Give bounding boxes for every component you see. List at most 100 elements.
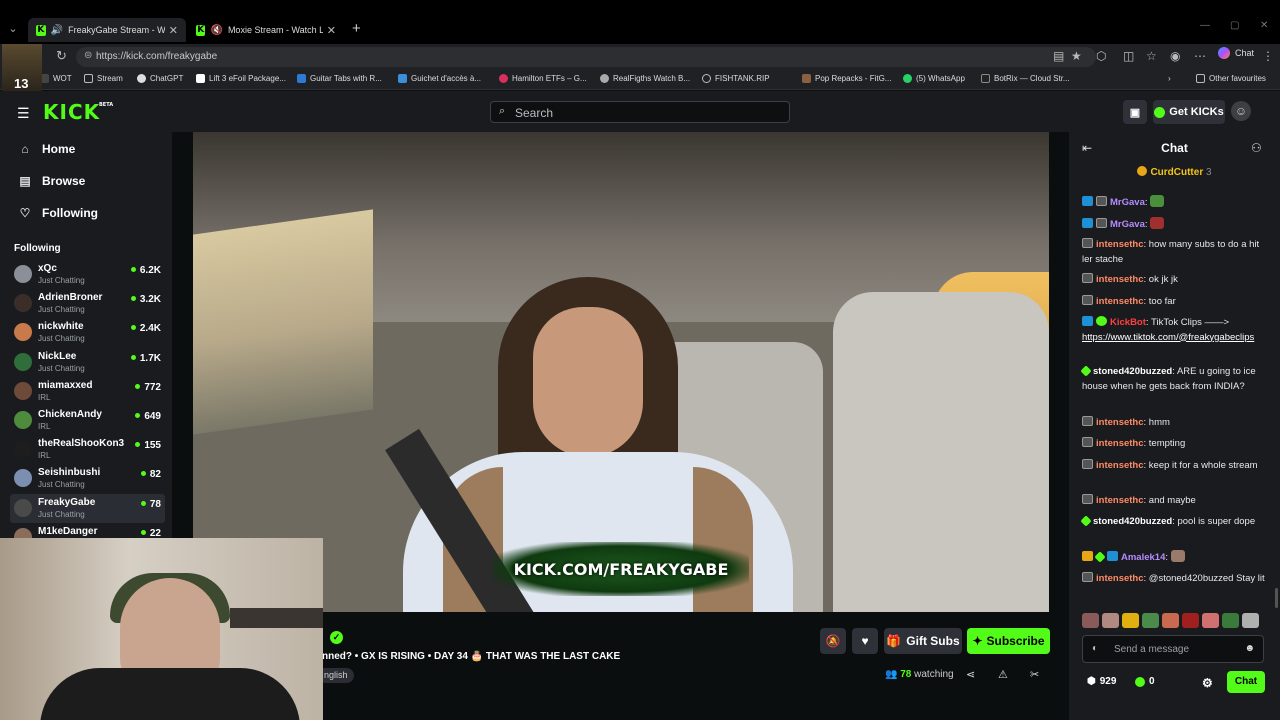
kick-logo[interactable]: KICK BETA	[43, 100, 113, 124]
chat-text: TikTok Clips ——>	[1151, 317, 1230, 328]
emote-icon[interactable]	[1122, 613, 1139, 628]
bookmark-item[interactable]: RealFigths Watch B...	[600, 74, 690, 83]
sidebar-channel-item[interactable]: xQc Just Chatting 6.2K	[10, 260, 165, 289]
sidebar-channel-item[interactable]: AdrienBroner Just Chatting 3.2K	[10, 289, 165, 318]
chat-username[interactable]: intensethc	[1096, 495, 1144, 506]
share-icon[interactable]: ⋖	[966, 668, 975, 681]
chat-username[interactable]: intensethc	[1096, 296, 1144, 307]
sidebar-channel-item[interactable]: NickLee Just Chatting 1.7K	[10, 348, 165, 377]
bookmark-item[interactable]: (5) WhatsApp	[903, 74, 965, 83]
sidebar-toggle-icon[interactable]: ⋮	[1262, 49, 1274, 63]
emote-icon[interactable]	[1102, 613, 1119, 628]
nav-home[interactable]: ⌂ Home	[18, 142, 75, 156]
bookmark-item[interactable]: WOT	[40, 74, 72, 83]
bookmark-item[interactable]: Lift 3 eFoil Package...	[196, 74, 286, 83]
get-kicks-button[interactable]: Get KICKs	[1153, 100, 1225, 124]
nav-following[interactable]: ♡ Following	[18, 206, 98, 220]
split-screen-icon[interactable]: ◫	[1123, 49, 1134, 63]
chat-scrollbar[interactable]	[1275, 588, 1278, 608]
channel-name: FreakyGabe	[38, 496, 96, 508]
new-tab-button[interactable]: +	[352, 20, 361, 37]
chat-username[interactable]: Amalek14	[1121, 552, 1165, 563]
search-input[interactable]: ⌕ Search	[490, 101, 790, 123]
chat-username[interactable]: intensethc	[1096, 239, 1144, 250]
tab-freakygabe[interactable]: K 🔊 FreakyGabe Stream - Watch Live on Ki…	[28, 18, 186, 42]
send-chat-button[interactable]: Chat	[1227, 671, 1265, 693]
pinned-gifter[interactable]: CurdCutter 3	[1069, 166, 1280, 178]
mute-notifications-button[interactable]: 🔕	[820, 628, 846, 654]
emote-icon[interactable]	[1182, 613, 1199, 628]
settings-gear-icon[interactable]: ⚙	[1202, 676, 1213, 690]
chat-link[interactable]: https://www.tiktok.com/@freakygabeclips	[1082, 332, 1254, 343]
more-menu-icon[interactable]: ⋯	[1194, 49, 1206, 63]
subscribe-button[interactable]: ✦ Subscribe	[967, 628, 1050, 654]
extensions-icon[interactable]: ⬡	[1096, 49, 1106, 63]
profile-icon[interactable]: ◉	[1170, 49, 1180, 63]
sidebar-channel-item[interactable]: ChickenAndy IRL 649	[10, 406, 165, 435]
chat-username[interactable]: intensethc	[1096, 274, 1144, 285]
close-window-icon[interactable]: ✕	[1260, 20, 1268, 31]
tab-list-chevron-icon[interactable]: ⌄	[4, 20, 22, 38]
close-tab-icon[interactable]: ✕	[169, 24, 178, 37]
chat-message: Amalek14:	[1082, 550, 1267, 566]
chat-users-icon[interactable]: ⚇	[1251, 141, 1262, 155]
site-info-icon[interactable]: ⊜	[84, 50, 92, 61]
sidebar-channel-item[interactable]: theRealShooKon3 IRL 155	[10, 435, 165, 464]
nav-browse[interactable]: ▤ Browse	[18, 174, 85, 188]
sidebar-channel-item[interactable]: FreakyGabe Just Chatting 78	[10, 493, 165, 523]
bookmark-folder[interactable]: Stream	[84, 74, 123, 83]
copilot-button[interactable]: Chat	[1218, 47, 1254, 59]
bookmark-item[interactable]: ChatGPT	[137, 74, 183, 83]
browse-layout-button[interactable]: ▣	[1123, 100, 1147, 124]
chat-message-input[interactable]: ◐ Send a message ☻	[1082, 635, 1264, 663]
close-tab-icon[interactable]: ✕	[327, 24, 336, 37]
emote-icon[interactable]	[1142, 613, 1159, 628]
emote-icon[interactable]	[1202, 613, 1219, 628]
chat-username[interactable]: intensethc	[1096, 460, 1144, 471]
chat-message: intensethc: and maybe	[1082, 494, 1267, 509]
emote-icon[interactable]	[1082, 613, 1099, 628]
favorites-icon[interactable]: ☆	[1146, 49, 1157, 63]
chat-username[interactable]: intensethc	[1096, 438, 1144, 449]
user-avatar[interactable]: ☺	[1231, 101, 1251, 121]
clip-icon[interactable]: ✂	[1030, 668, 1039, 681]
chat-username[interactable]: intensethc	[1096, 573, 1144, 584]
bookmark-item[interactable]: Hamilton ETFs – G...	[499, 74, 587, 83]
language-tag[interactable]: nglish	[318, 668, 354, 683]
emote-icon[interactable]	[1162, 613, 1179, 628]
bookmark-item[interactable]: FISHTANK.RIP	[702, 74, 770, 83]
emote-icon[interactable]	[1242, 613, 1259, 628]
chat-username[interactable]: KickBot	[1110, 317, 1146, 328]
sidebar-channel-item[interactable]: Seishinbushi Just Chatting 82	[10, 464, 165, 493]
chat-username[interactable]: stoned420buzzed	[1093, 366, 1172, 377]
chat-settings-icon[interactable]: ◐	[1092, 643, 1098, 654]
maximize-icon[interactable]: ▢	[1230, 20, 1239, 31]
sidebar-channel-item[interactable]: nickwhite Just Chatting 2.4K	[10, 318, 165, 347]
address-bar[interactable]: ⊜ https://kick.com/freakygabe	[76, 47, 1096, 67]
chat-username[interactable]: intensethc	[1096, 417, 1144, 428]
tab-moxie[interactable]: K 🔇 Moxie Stream - Watch Live on Kick ✕	[188, 18, 344, 42]
bookmark-item[interactable]: Pop Repacks - FitG...	[802, 74, 891, 83]
bookmark-item[interactable]: BotRix — Cloud Str...	[981, 74, 1070, 83]
channel-points[interactable]: ⬢ 929	[1087, 676, 1116, 687]
report-icon[interactable]: ⚠	[998, 668, 1008, 681]
other-favourites-folder[interactable]: Other favourites	[1196, 74, 1266, 83]
minimize-icon[interactable]: —	[1200, 20, 1210, 31]
chat-username[interactable]: MrGava	[1110, 197, 1145, 208]
refresh-icon[interactable]: ↻	[56, 48, 67, 64]
kicks-balance[interactable]: 0	[1135, 676, 1155, 687]
menu-icon[interactable]: ☰	[17, 105, 30, 122]
chat-username[interactable]: MrGava	[1110, 219, 1145, 230]
sidebar-channel-item[interactable]: miamaxxed IRL 772	[10, 377, 165, 406]
bookmarks-overflow-chevron-icon[interactable]: ›	[1168, 74, 1171, 83]
emoji-icon[interactable]: ☻	[1244, 643, 1255, 654]
emote-icon[interactable]	[1222, 613, 1239, 628]
gift-subs-button[interactable]: 🎁 Gift Subs	[884, 628, 962, 654]
bookmark-item[interactable]: Guichet d'accès à...	[398, 74, 481, 83]
chat-username[interactable]: stoned420buzzed	[1093, 516, 1172, 527]
favorite-star-icon[interactable]: ★	[1071, 49, 1082, 63]
sidebar-channel-item[interactable]: M1keDanger 22	[10, 523, 165, 538]
follow-button[interactable]: ♥	[852, 628, 878, 654]
bookmark-item[interactable]: Guitar Tabs with R...	[297, 74, 382, 83]
reader-icon[interactable]: ▤	[1053, 49, 1064, 63]
